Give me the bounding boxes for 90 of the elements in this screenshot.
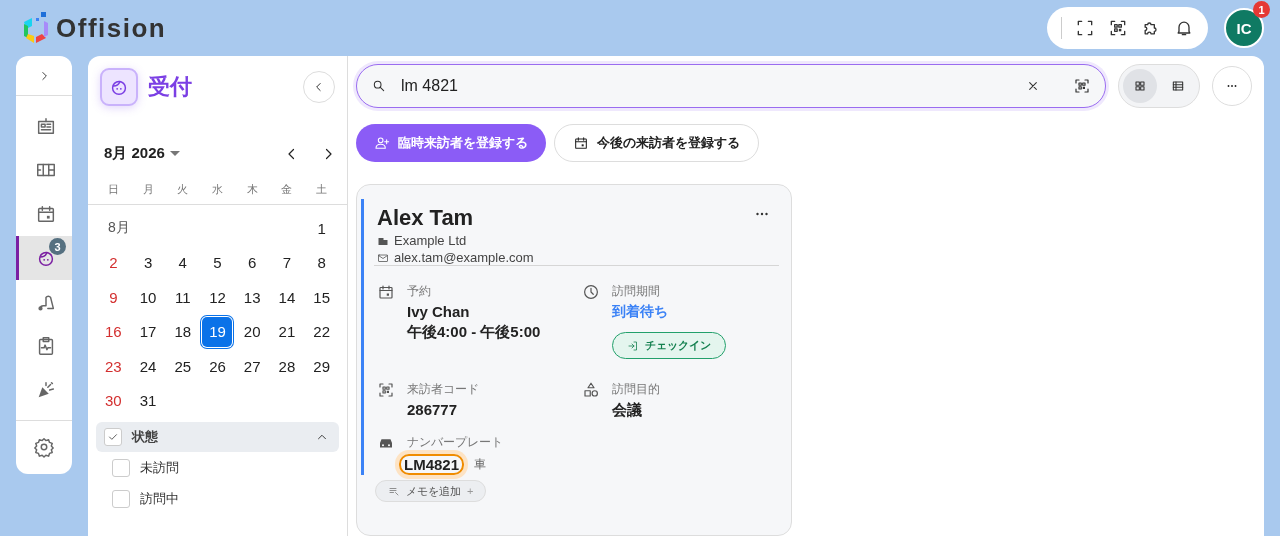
check-in-button[interactable]: チェックイン <box>612 332 726 359</box>
field-label: 訪問目的 <box>612 381 660 398</box>
qr-code-icon[interactable] <box>1108 18 1128 38</box>
calendar-day[interactable]: 11 <box>167 282 198 313</box>
view-button[interactable] <box>1123 69 1157 103</box>
clock-icon <box>582 283 600 301</box>
visitor-name: Alex Tam <box>377 205 475 231</box>
search-icon <box>371 78 387 94</box>
month-label: 8月 <box>107 219 131 238</box>
calendar-day[interactable]: 19 <box>202 316 233 347</box>
field-label: 予約 <box>407 283 432 300</box>
calendar-day[interactable]: 18 <box>167 316 198 347</box>
calendar-day[interactable]: 1 <box>306 213 337 244</box>
weekday-label: 火 <box>176 182 190 197</box>
person-add-icon <box>374 135 390 151</box>
calendar-day[interactable]: 28 <box>271 351 302 382</box>
option-label: 訪問中 <box>140 489 179 508</box>
calendar-day[interactable]: 24 <box>133 351 164 382</box>
calendar-day[interactable]: 16 <box>98 316 129 347</box>
calendar-day[interactable]: 26 <box>202 351 233 382</box>
calendar-day[interactable]: 10 <box>133 282 164 313</box>
calendar-day[interactable]: 25 <box>167 351 198 382</box>
calendar-day[interactable]: 31 <box>133 385 164 416</box>
weekday-label: 木 <box>245 182 259 197</box>
field-value: 午後4:00 - 午後5:00 <box>407 323 541 342</box>
calendar-day[interactable]: 14 <box>271 282 302 313</box>
checkbox[interactable] <box>112 489 130 508</box>
calendar-day[interactable]: 27 <box>237 351 268 382</box>
field-value: 会議 <box>612 401 643 420</box>
weekday-label: 水 <box>211 182 224 197</box>
shapes-icon <box>582 381 600 399</box>
calendar-day[interactable]: 23 <box>98 351 129 382</box>
vehicle-type: 車 <box>474 456 487 473</box>
email-address: alex.tam@example.com <box>394 250 534 265</box>
option-label: 未訪問 <box>140 458 179 477</box>
calendar-day[interactable]: 5 <box>202 247 233 278</box>
weekday-label: 土 <box>315 182 329 197</box>
status-text: 到着待ち <box>612 303 669 321</box>
page-title: 受付 <box>148 73 193 101</box>
calendar-day[interactable]: 9 <box>98 282 129 313</box>
calendar-day[interactable]: 3 <box>133 247 164 278</box>
checkbox[interactable] <box>112 458 130 477</box>
qr-code-icon[interactable] <box>1073 77 1091 95</box>
note-icon <box>388 485 400 497</box>
register-upcoming-button[interactable]: 今後の来訪者を登録する <box>554 124 759 162</box>
checkbox[interactable] <box>104 428 122 446</box>
calendar-day[interactable]: 4 <box>167 247 198 278</box>
calendar-icon <box>377 283 395 301</box>
calendar-day[interactable]: 7 <box>271 247 302 278</box>
search-field[interactable]: lm 4821 <box>356 64 1106 108</box>
sign-in-icon <box>627 339 639 352</box>
calendar-day[interactable]: 17 <box>133 316 164 347</box>
app-name: Offision <box>56 12 167 44</box>
add-memo-button[interactable]: メモを追加 + <box>375 480 487 502</box>
notification-badge: 1 <box>1253 1 1270 18</box>
calendar-day[interactable]: 22 <box>306 316 337 347</box>
calendar-day[interactable]: 12 <box>202 282 233 313</box>
fullscreen-icon[interactable] <box>1075 18 1095 38</box>
company-name: Example Ltd <box>394 233 467 248</box>
calendar-day[interactable]: 30 <box>98 385 129 416</box>
filter-header[interactable]: 状態 <box>96 422 339 452</box>
calendar-day[interactable]: 8 <box>306 247 337 278</box>
weekday-label: 金 <box>280 182 294 197</box>
nav-item[interactable]: 3 <box>16 236 72 280</box>
caret-down-icon <box>169 151 180 156</box>
search-input[interactable]: lm 4821 <box>399 76 1013 96</box>
filter-label: 状態 <box>132 428 159 446</box>
settings-icon[interactable] <box>33 436 55 458</box>
calendar-day[interactable]: 13 <box>237 282 268 313</box>
calendar-day[interactable]: 6 <box>237 247 268 278</box>
qr-code-icon <box>377 381 395 399</box>
calendar-icon <box>573 135 589 151</box>
grid-view-icon <box>1132 78 1148 94</box>
field-value: Ivy Chan <box>407 303 471 320</box>
field-label: ナンバープレート <box>407 434 503 451</box>
field-label: 来訪者コード <box>407 381 479 398</box>
calendar-day[interactable]: 15 <box>306 282 337 313</box>
weekday-label: 月 <box>141 182 155 197</box>
count-badge: 3 <box>49 238 66 255</box>
list-view-icon <box>1170 78 1186 94</box>
field-label: 訪問期間 <box>612 283 661 300</box>
weekday-label: 日 <box>106 182 120 197</box>
month-selector[interactable]: 8月 2026 <box>104 144 180 163</box>
calendar-day[interactable]: 29 <box>306 351 337 382</box>
mail-icon <box>377 251 389 264</box>
calendar-day[interactable]: 21 <box>271 316 302 347</box>
register-walk-in-button[interactable]: 臨時来訪者を登録する <box>356 124 546 162</box>
calendar-day[interactable]: 20 <box>237 316 268 347</box>
field-value: 286777 <box>407 401 459 418</box>
calendar-day[interactable]: 2 <box>98 247 129 278</box>
